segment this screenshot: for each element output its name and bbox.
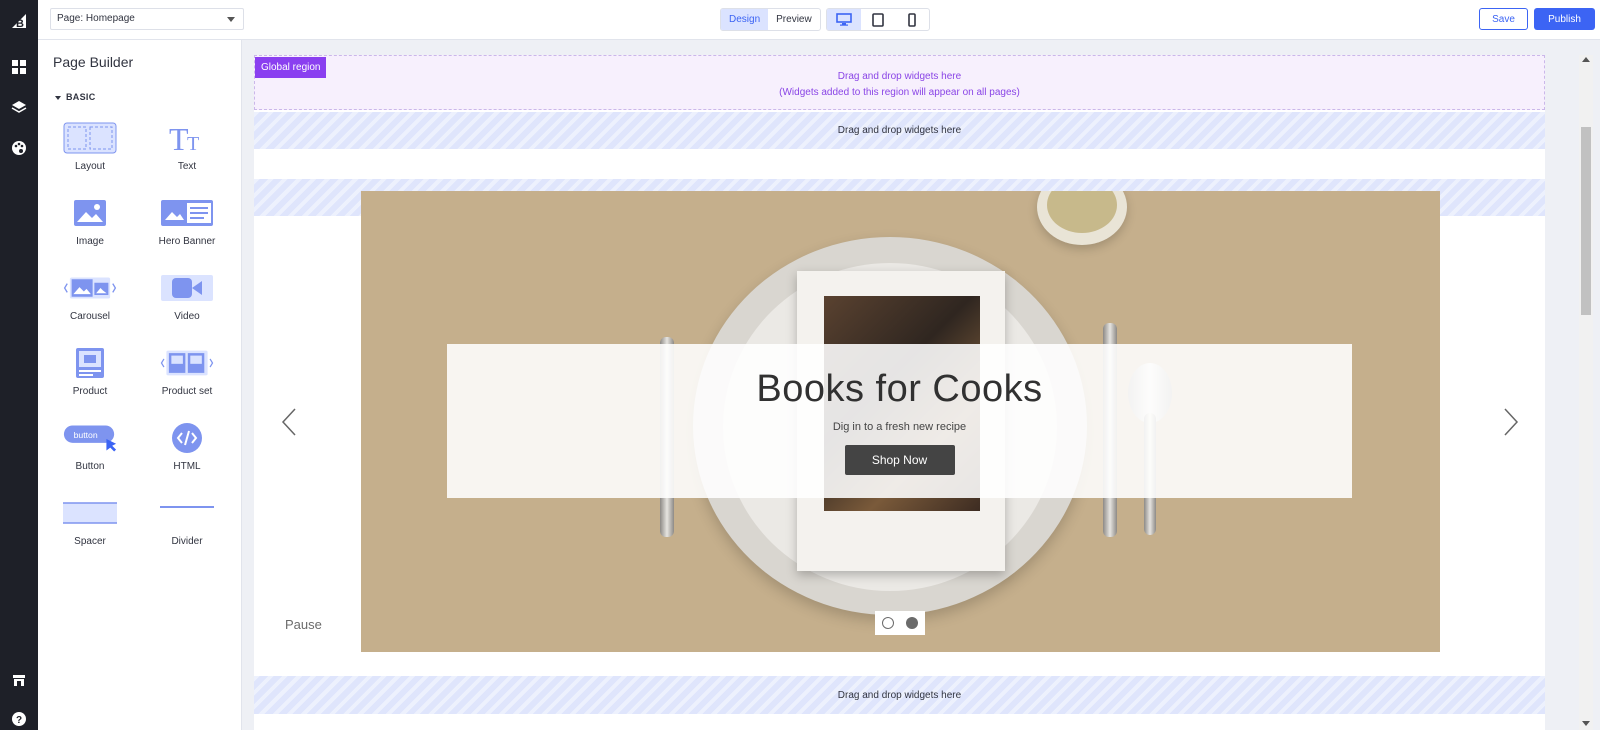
mobile-icon[interactable] bbox=[895, 9, 929, 30]
layout-icon bbox=[62, 120, 118, 156]
widget-label: Divider bbox=[171, 536, 203, 547]
desktop-icon[interactable] bbox=[827, 9, 861, 30]
code-icon bbox=[159, 420, 215, 456]
widget-text[interactable]: TT Text bbox=[147, 120, 227, 180]
widget-video[interactable]: Video bbox=[147, 270, 227, 330]
chevron-down-icon bbox=[227, 17, 235, 22]
theme-palette-icon[interactable] bbox=[9, 138, 29, 158]
global-region[interactable]: Global region Drag and drop widgets here… bbox=[254, 55, 1545, 110]
tab-design[interactable]: Design bbox=[721, 9, 769, 30]
left-rail: B ? bbox=[0, 0, 38, 730]
svg-text:T: T bbox=[187, 133, 199, 154]
image-icon bbox=[62, 195, 118, 231]
drop-zone-bottom[interactable]: Drag and drop widgets here bbox=[254, 676, 1545, 714]
carousel-icon bbox=[62, 270, 118, 306]
global-region-line2: (Widgets added to this region will appea… bbox=[779, 87, 1020, 98]
drop-zone-top[interactable]: Drag and drop widgets here bbox=[254, 112, 1545, 149]
scroll-down-icon[interactable] bbox=[1582, 721, 1590, 726]
widget-label: Spacer bbox=[74, 536, 106, 547]
widget-carousel[interactable]: Carousel bbox=[50, 270, 130, 330]
scroll-up-icon[interactable] bbox=[1582, 57, 1590, 62]
widget-html[interactable]: HTML bbox=[147, 420, 227, 480]
widget-product-set[interactable]: Product set bbox=[147, 345, 227, 405]
widget-divider[interactable]: Divider bbox=[147, 495, 227, 555]
widget-label: Product set bbox=[161, 386, 213, 397]
widget-layout[interactable]: Layout bbox=[50, 120, 130, 180]
page-select[interactable]: Page: Homepage bbox=[50, 8, 244, 30]
svg-text:button: button bbox=[74, 430, 98, 440]
carousel-prev-icon[interactable] bbox=[281, 407, 297, 437]
svg-text:?: ? bbox=[16, 715, 22, 726]
video-icon bbox=[159, 270, 215, 306]
spacer-icon bbox=[62, 495, 118, 531]
text-icon: TT bbox=[159, 120, 215, 156]
carousel-dots bbox=[875, 611, 925, 635]
help-icon[interactable]: ? bbox=[9, 709, 29, 729]
device-toggle bbox=[826, 8, 930, 31]
section-basic[interactable]: BASIC bbox=[55, 92, 96, 102]
tab-preview[interactable]: Preview bbox=[768, 9, 820, 30]
svg-text:T: T bbox=[169, 122, 189, 154]
carousel-dot-2[interactable] bbox=[906, 617, 918, 629]
product-set-icon bbox=[159, 345, 215, 381]
publish-button[interactable]: Publish bbox=[1534, 8, 1595, 30]
widget-label: HTML bbox=[173, 461, 201, 472]
widget-label: Carousel bbox=[69, 311, 111, 322]
builder-canvas: Global region Drag and drop widgets here… bbox=[242, 40, 1600, 730]
page-builder-sidebar: Page Builder BASIC Layout TT Text Image … bbox=[38, 40, 242, 730]
widget-hero-banner[interactable]: Hero Banner bbox=[147, 195, 227, 255]
svg-text:B: B bbox=[16, 18, 24, 30]
section-label: BASIC bbox=[66, 92, 96, 102]
carousel-next-icon[interactable] bbox=[1503, 407, 1519, 437]
tablet-icon[interactable] bbox=[861, 9, 895, 30]
carousel-dot-1[interactable] bbox=[882, 617, 894, 629]
mode-toggle: Design Preview bbox=[720, 8, 821, 31]
global-region-line1: Drag and drop widgets here bbox=[837, 71, 962, 82]
hero-text-overlay: Books for Cooks Dig in to a fresh new re… bbox=[447, 344, 1352, 498]
widget-label: Image bbox=[76, 236, 104, 247]
button-icon: button bbox=[62, 420, 118, 456]
carousel-pause-button[interactable]: Pause bbox=[285, 617, 322, 632]
widget-label: Video bbox=[174, 311, 200, 322]
shop-now-button[interactable]: Shop Now bbox=[844, 445, 955, 475]
sidebar-title: Page Builder bbox=[53, 54, 134, 70]
bigcommerce-logo: B bbox=[8, 10, 30, 32]
storefront-icon[interactable] bbox=[9, 670, 29, 690]
widget-label: Product bbox=[72, 386, 108, 397]
global-region-text: Drag and drop widgets here (Widgets adde… bbox=[255, 69, 1544, 101]
widget-product[interactable]: Product bbox=[50, 345, 130, 405]
hero-subheading: Dig in to a fresh new recipe bbox=[832, 421, 967, 433]
canvas-scrollbar[interactable] bbox=[1579, 55, 1593, 730]
widget-label: Hero Banner bbox=[158, 236, 216, 247]
widget-spacer[interactable]: Spacer bbox=[50, 495, 130, 555]
divider-icon bbox=[159, 495, 215, 531]
widget-label: Button bbox=[75, 461, 105, 472]
page-select-value: Page: Homepage bbox=[57, 13, 135, 24]
widget-label: Layout bbox=[74, 161, 106, 172]
widgets-icon[interactable] bbox=[9, 57, 29, 77]
layers-icon[interactable] bbox=[9, 97, 29, 117]
product-icon bbox=[62, 345, 118, 381]
top-bar: Page: Homepage Design Preview Save Publi… bbox=[38, 0, 1600, 40]
hero-heading: Books for Cooks bbox=[756, 368, 1043, 410]
scroll-thumb[interactable] bbox=[1581, 127, 1591, 315]
caret-down-icon bbox=[55, 95, 61, 100]
widget-image[interactable]: Image bbox=[50, 195, 130, 255]
widget-button[interactable]: button Button bbox=[50, 420, 130, 480]
save-button[interactable]: Save bbox=[1479, 8, 1528, 30]
hero-banner-icon bbox=[159, 195, 215, 231]
widget-label: Text bbox=[177, 161, 197, 172]
page-preview: Global region Drag and drop widgets here… bbox=[254, 55, 1545, 730]
